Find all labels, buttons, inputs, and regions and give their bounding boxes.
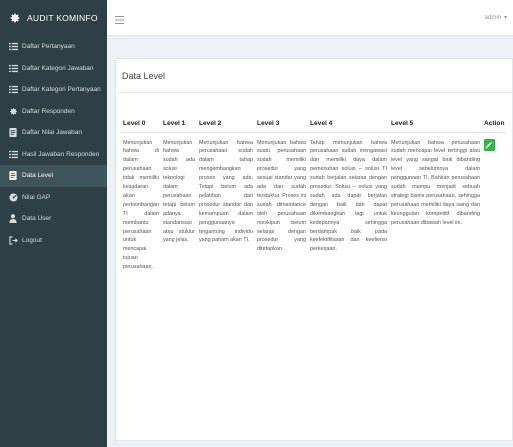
table-cell: Menunjukan bahwa di dalam perusahaan tid… — [123, 139, 159, 271]
dashboard-icon — [8, 192, 18, 202]
sidebar-item-daftar-responden[interactable]: Daftar Responden — [0, 101, 107, 123]
column-header: Level 1 — [160, 116, 197, 133]
sidebar-item-label: Nilai GAP — [22, 193, 51, 201]
chevron-down-icon: ▾ — [503, 15, 507, 21]
sidebar-item-data-level[interactable]: Data Level — [0, 165, 107, 187]
table-header-row: Level 0 Level 1 Level 2 Level 3 Level 4 … — [121, 116, 507, 133]
sidebar-item-label: Daftar Kategori Jawaban — [22, 64, 94, 72]
sidebar-item-daftar-kategori-pertanyaan[interactable]: Daftar Kategori Pertanyaan — [0, 79, 107, 101]
sidebar-item-label: Data User — [22, 215, 52, 223]
document-icon — [8, 128, 18, 138]
column-header: Level 5 — [388, 116, 482, 133]
level-table: Level 0 Level 1 Level 2 Level 3 Level 4 … — [121, 116, 507, 276]
column-header: Action — [481, 116, 507, 133]
main-content: Data Level Level 0 Level 1 Level 2 Level… — [107, 36, 513, 447]
table-cell: Menunjukan bahwa perusahaan sudah dalam … — [198, 139, 253, 244]
sidebar-item-logout[interactable]: Logout — [0, 230, 107, 252]
logout-icon — [8, 235, 18, 245]
panel-divider — [116, 92, 512, 93]
top-navbar: admin ▾ — [107, 0, 513, 36]
document-icon — [8, 171, 18, 181]
user-menu[interactable]: admin ▾ — [484, 14, 507, 22]
table-cell: Menunjukan bahwa suatu perusahaan sudah … — [256, 139, 306, 253]
sidebar: AUDIT KOMINFO Daftar Pertanyaan Daftar K… — [0, 0, 107, 447]
sidebar-item-label: Data Level — [22, 172, 54, 180]
column-header: Level 2 — [196, 116, 255, 133]
edit-icon — [486, 141, 493, 148]
list-icon — [8, 63, 18, 73]
list-icon — [8, 85, 18, 95]
sidebar-item-data-user[interactable]: Data User — [0, 208, 107, 230]
table-cell: Menunjukan bahwa sudah ada solusi teknol… — [162, 139, 195, 244]
action-cell — [482, 132, 507, 276]
sidebar-item-hasil-jawaban-responden[interactable]: Hasil Jawaban Responden — [0, 144, 107, 166]
gear-icon — [8, 106, 18, 116]
user-name: admin — [484, 14, 501, 21]
brand-title: AUDIT KOMINFO — [27, 13, 98, 23]
page-title: Data Level — [122, 71, 166, 81]
sidebar-item-label: Logout — [22, 236, 42, 244]
sidebar-item-daftar-nilai-jawaban[interactable]: Daftar Nilai Jawaban — [0, 122, 107, 144]
column-header: Level 4 — [307, 116, 389, 133]
gear-icon — [9, 12, 21, 24]
sidebar-item-daftar-kategori-jawaban[interactable]: Daftar Kategori Jawaban — [0, 58, 107, 80]
sidebar-item-label: Daftar Pertanyaan — [22, 43, 75, 51]
brand[interactable]: AUDIT KOMINFO — [0, 0, 107, 36]
column-header: Level 0 — [121, 116, 161, 133]
column-header: Level 3 — [254, 116, 308, 133]
sidebar-item-label: Daftar Nilai Jawaban — [22, 129, 82, 137]
sidebar-item-daftar-pertanyaan[interactable]: Daftar Pertanyaan — [0, 36, 107, 58]
table-cell: Menunjukan bahwa perusahaan sudah mencap… — [390, 139, 480, 226]
list-icon — [8, 42, 18, 52]
data-level-panel: Data Level Level 0 Level 1 Level 2 Level… — [115, 58, 513, 441]
edit-button[interactable] — [483, 138, 495, 151]
sidebar-item-nilai-gap[interactable]: Nilai GAP — [0, 187, 107, 209]
list-icon — [8, 149, 18, 159]
table-cell: Tahap menunjukan bahwa perusahaan sudah … — [309, 139, 387, 253]
sidebar-item-label: Daftar Kategori Pertanyaan — [22, 86, 101, 94]
sidebar-item-label: Daftar Responden — [22, 107, 75, 115]
table-row: Menunjukan bahwa di dalam perusahaan tid… — [121, 132, 507, 276]
sidebar-item-label: Hasil Jawaban Responden — [22, 150, 100, 158]
menu-toggle-icon[interactable] — [115, 11, 124, 29]
user-icon — [8, 214, 18, 224]
